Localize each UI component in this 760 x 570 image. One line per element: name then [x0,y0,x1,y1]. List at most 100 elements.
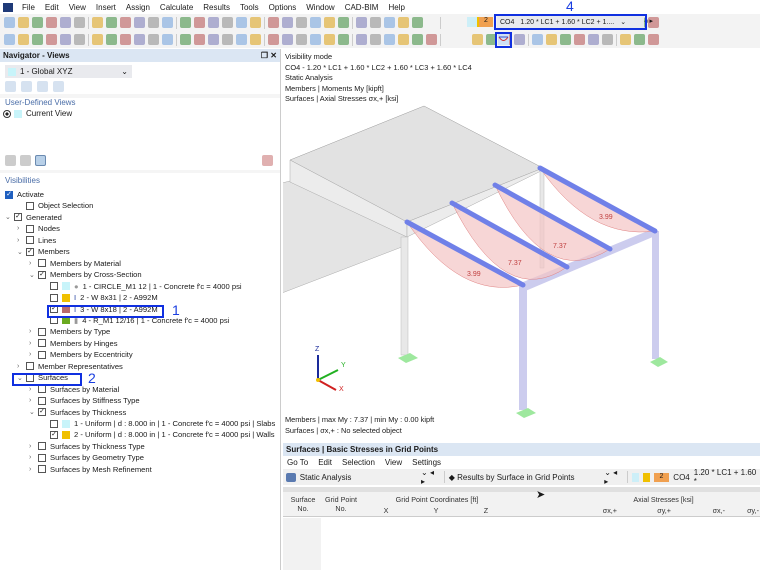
col-sx-plus[interactable]: σx,+ [567,506,617,515]
toolbar-icon[interactable] [310,17,321,28]
toolbar-icon[interactable] [46,17,57,28]
menu-options[interactable]: Options [264,3,302,12]
tree-item[interactable]: › Surfaces by Mesh Refinement [29,464,152,475]
chevron-right-icon[interactable]: › [29,397,38,404]
toolbar-icon[interactable] [574,34,585,45]
chevron-right-icon[interactable]: › [29,443,38,450]
toolbar-icon[interactable] [296,17,307,28]
toolbar-icon[interactable] [148,17,159,28]
tree-item[interactable]: ✓ 2 - Uniform | d : 8.000 in | 1 - Concre… [41,429,275,440]
toolbar-icon[interactable] [208,17,219,28]
chevron-right-icon[interactable]: › [29,454,38,461]
tree-item[interactable]: › Surfaces by Stiffness Type [29,395,140,406]
chevron-right-icon[interactable]: › [17,225,26,232]
toolbar-icon[interactable] [120,17,131,28]
tree-item[interactable]: ⌄ ✓ Generated [5,212,62,223]
toolbar-icon[interactable] [296,34,307,45]
toolbar-icon[interactable] [356,34,367,45]
col-grid-point-no[interactable]: Grid Point No. [323,495,359,513]
toolbar-icon[interactable] [208,34,219,45]
view-z-icon[interactable] [37,81,48,92]
toolbar-icon[interactable] [46,34,57,45]
col-x[interactable]: X [361,506,411,515]
table-menu-goto[interactable]: Go To [287,458,308,467]
checkbox[interactable] [50,282,58,291]
checkbox[interactable]: ✓ [38,270,46,279]
menu-cadbim[interactable]: CAD-BIM [340,3,384,12]
checkbox[interactable] [38,453,46,462]
checkbox[interactable] [26,201,34,210]
menu-edit[interactable]: Edit [40,3,64,12]
toolbar-icon[interactable] [236,34,247,45]
tree-item[interactable]: › Nodes [17,223,60,234]
toolbar-icon[interactable] [370,17,381,28]
toolbar-icon[interactable] [282,34,293,45]
toolbar-icon[interactable] [620,34,631,45]
camera-icon[interactable] [20,155,31,166]
toolbar-icon[interactable] [472,34,483,45]
toolbar-icon[interactable] [268,34,279,45]
toolbar-icon[interactable] [148,34,159,45]
toolbar-icon[interactable] [602,34,613,45]
toolbar-icon[interactable] [268,17,279,28]
toolbar-icon[interactable] [532,34,543,45]
toolbar-icon[interactable] [338,34,349,45]
col-sy-plus[interactable]: σy,+ [621,506,671,515]
current-view-radio[interactable]: Current View [0,109,280,118]
toolbar-icon[interactable] [250,17,261,28]
tree-item[interactable]: › Members by Type [29,326,110,337]
toolbar-icon[interactable] [356,17,367,28]
tree-item[interactable]: › Lines [17,235,56,246]
toolbar-icon[interactable] [18,17,29,28]
checkbox[interactable] [26,236,34,245]
tree-item[interactable]: Object Selection [17,200,93,211]
checkbox[interactable]: ✓ [38,408,46,417]
tree-item[interactable]: I2 - W 8x31 | 2 - A992M [41,292,158,303]
chevron-right-icon[interactable]: › [29,466,38,473]
menu-view[interactable]: View [64,3,91,12]
checkbox[interactable] [38,442,46,451]
toolbar-icon[interactable] [4,17,15,28]
checkbox[interactable]: ✓ [5,190,13,199]
tree-item[interactable]: ⌄ ✓ Members [17,246,70,257]
chevron-down-icon[interactable]: ⌄ [5,213,14,221]
toolbar-icon[interactable] [194,17,205,28]
view-neg-x-icon[interactable] [53,81,64,92]
table-menu-selection[interactable]: Selection [342,458,375,467]
chevron-right-icon[interactable]: › [29,340,38,347]
toolbar-icon[interactable] [426,34,437,45]
toolbar-icon[interactable] [514,34,525,45]
chevron-right-icon[interactable]: › [29,328,38,335]
col-z[interactable]: Z [461,506,511,515]
toolbar-icon[interactable] [4,34,15,45]
menu-window[interactable]: Window [301,3,339,12]
toolbar-icon[interactable] [412,34,423,45]
tree-item[interactable]: › Surfaces by Thickness Type [29,441,145,452]
menu-results[interactable]: Results [198,3,235,12]
toolbar-icon[interactable] [194,34,205,45]
camera-active-icon[interactable] [35,155,46,166]
chevron-down-icon[interactable]: ⌄ [17,248,26,256]
col-sy-minus[interactable]: σy,- [729,506,759,515]
checkbox[interactable]: ✓ [14,213,22,222]
checkbox[interactable] [38,396,46,405]
close-icon[interactable]: ✕ [270,51,277,60]
col-surface-no[interactable]: Surface No. [285,495,321,513]
3d-viewport[interactable]: Visibility mode CO4 - 1.20 * LC1 + 1.60 … [283,49,760,441]
col-sx-minus[interactable]: σx,- [675,506,725,515]
toolbar-icon[interactable] [106,17,117,28]
col-y[interactable]: Y [411,506,461,515]
toolbar-icon[interactable] [74,34,85,45]
toolbar-icon[interactable] [384,17,395,28]
toolbar-icon[interactable] [560,34,571,45]
checkbox[interactable] [38,465,46,474]
toolbar-icon[interactable] [250,34,261,45]
checkbox[interactable] [50,419,58,428]
tree-item[interactable]: › Members by Hinges [29,338,118,349]
toolbar-icon[interactable] [310,34,321,45]
results-type-select[interactable]: ◆ Results by Surface in Grid Points [449,473,600,482]
toolbar-icon[interactable] [18,34,29,45]
toolbar-icon[interactable] [634,34,645,45]
toolbar-icon[interactable] [134,17,145,28]
chevron-down-icon[interactable]: ⌄ [29,408,38,416]
